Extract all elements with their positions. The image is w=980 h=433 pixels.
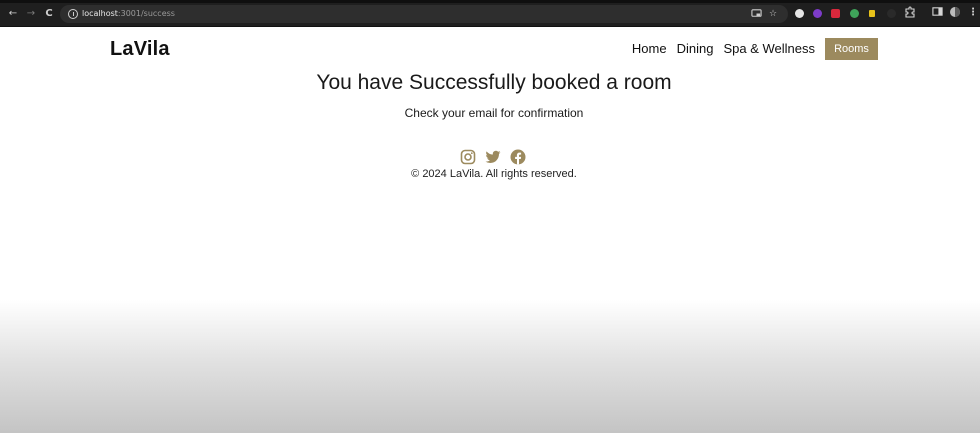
side-panel-icon-graphic xyxy=(931,7,943,16)
back-button[interactable]: ← xyxy=(6,7,20,21)
extension-icon-6[interactable] xyxy=(887,9,896,18)
page-bottom-gradient xyxy=(0,300,980,433)
bookmark-star-icon[interactable]: ☆ xyxy=(767,8,779,20)
reload-button[interactable]: C xyxy=(42,7,56,21)
twitter-icon[interactable] xyxy=(485,149,501,165)
extension-icon-5[interactable] xyxy=(869,10,875,17)
cast-icon-graphic xyxy=(750,9,762,17)
tab-strip-edge xyxy=(0,0,980,3)
site-logo[interactable]: LaVila xyxy=(110,38,170,61)
adblock-extension-icon[interactable] xyxy=(831,9,840,18)
browser-menu-icon[interactable]: ⋮ xyxy=(966,6,980,20)
profile-avatar-graphic xyxy=(950,7,960,17)
rooms-button[interactable]: Rooms xyxy=(825,38,878,60)
forward-button[interactable]: → xyxy=(24,7,38,21)
nav-link-spa-wellness[interactable]: Spa & Wellness xyxy=(723,38,815,60)
url-host: localhost xyxy=(82,9,118,18)
color-extension-icon[interactable] xyxy=(850,9,859,18)
cast-icon[interactable] xyxy=(750,8,762,20)
nav-link-dining[interactable]: Dining xyxy=(677,38,714,60)
copyright-text: © 2024 LaVila. All rights reserved. xyxy=(411,168,577,180)
address-bar[interactable]: localhost:3001/success ☆ xyxy=(60,5,788,23)
facebook-icon[interactable] xyxy=(510,149,526,165)
confirmation-message: Check your email for confirmation xyxy=(404,106,584,120)
profile-avatar-icon[interactable] xyxy=(948,6,962,20)
main-navigation: Home Dining Spa & Wellness Rooms xyxy=(632,38,878,60)
success-headline: You have Successfully booked a room xyxy=(316,71,672,94)
browser-toolbar: ← → C localhost:3001/success ☆ ⋮ xyxy=(0,0,980,27)
url-text[interactable]: localhost:3001/success xyxy=(82,5,175,23)
extensions-puzzle-icon[interactable] xyxy=(903,6,917,20)
puzzle-icon-graphic xyxy=(905,6,915,18)
side-panel-icon[interactable] xyxy=(930,6,944,20)
instagram-icon[interactable] xyxy=(460,149,476,165)
extension-icon-1[interactable] xyxy=(795,9,804,18)
url-path: :3001/success xyxy=(117,9,175,18)
nav-link-home[interactable]: Home xyxy=(632,38,667,60)
site-info-icon[interactable] xyxy=(68,9,78,19)
extension-icon-2[interactable] xyxy=(813,9,822,18)
social-links xyxy=(460,149,535,165)
